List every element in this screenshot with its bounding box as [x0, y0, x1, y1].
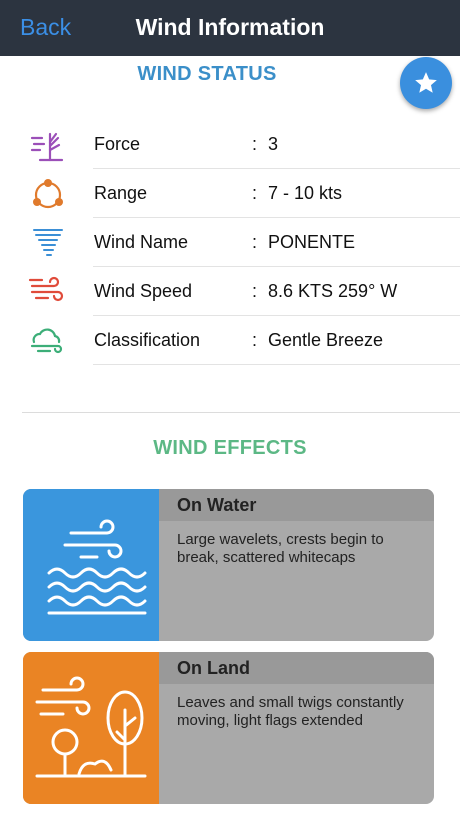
force-colon: : — [252, 134, 258, 154]
wind-speed-colon: : — [252, 281, 258, 301]
waves-icon — [47, 519, 147, 615]
wind-name-value: PONENTE — [268, 232, 356, 252]
wind-effects-heading: WIND EFFECTS — [153, 437, 307, 459]
force-label: Force — [94, 134, 141, 154]
page-title: Wind Information — [135, 14, 325, 40]
range-label: Range — [94, 183, 148, 203]
wind-status-heading: WIND STATUS — [137, 63, 277, 85]
row-separator — [93, 364, 460, 365]
classification-colon: : — [252, 330, 258, 350]
classification-label: Classification — [94, 330, 201, 350]
force-value: 3 — [268, 134, 279, 154]
wind-speed-label: Wind Speed — [94, 281, 193, 301]
status-row-wind-name: Wind Name : PONENTE — [0, 218, 460, 267]
on-land-card: On Land Leaves and small twigs constantl… — [23, 652, 434, 804]
range-value: 7 - 10 kts — [268, 183, 343, 203]
land-illustration — [23, 652, 159, 804]
on-land-heading: On Land — [159, 652, 434, 684]
status-row-wind-speed: Wind Speed : 8.6 KTS 259° W — [0, 267, 460, 316]
star-icon — [415, 72, 437, 93]
classification-value: Gentle Breeze — [268, 330, 384, 350]
favorite-button[interactable] — [400, 57, 452, 109]
cloud-wind-icon — [30, 328, 63, 354]
water-illustration — [23, 489, 159, 641]
wind-speed-value: 8.6 KTS 259° W — [268, 281, 398, 301]
navigation-bar: Back Wind Information — [0, 0, 460, 56]
wind-name-label: Wind Name — [94, 232, 189, 252]
on-water-card: On Water Large wavelets, crests begin to… — [23, 489, 434, 641]
range-cycle-icon — [33, 179, 63, 209]
range-colon: : — [252, 183, 258, 203]
status-row-range: Range : 7 - 10 kts — [0, 169, 460, 218]
status-row-classification: Classification : Gentle Breeze — [0, 316, 460, 365]
wind-name-colon: : — [252, 232, 258, 252]
trees-wind-icon — [35, 676, 147, 778]
section-divider — [22, 412, 460, 413]
status-row-force: Force : 3 — [0, 120, 460, 169]
on-water-heading: On Water — [159, 489, 434, 521]
tree-wind-icon — [30, 132, 64, 162]
tornado-icon — [33, 229, 63, 256]
on-water-description: Large wavelets, crests begin to break, s… — [177, 531, 384, 566]
on-land-description: Leaves and small twigs constantly moving… — [177, 694, 404, 729]
wind-lines-icon — [28, 276, 64, 302]
